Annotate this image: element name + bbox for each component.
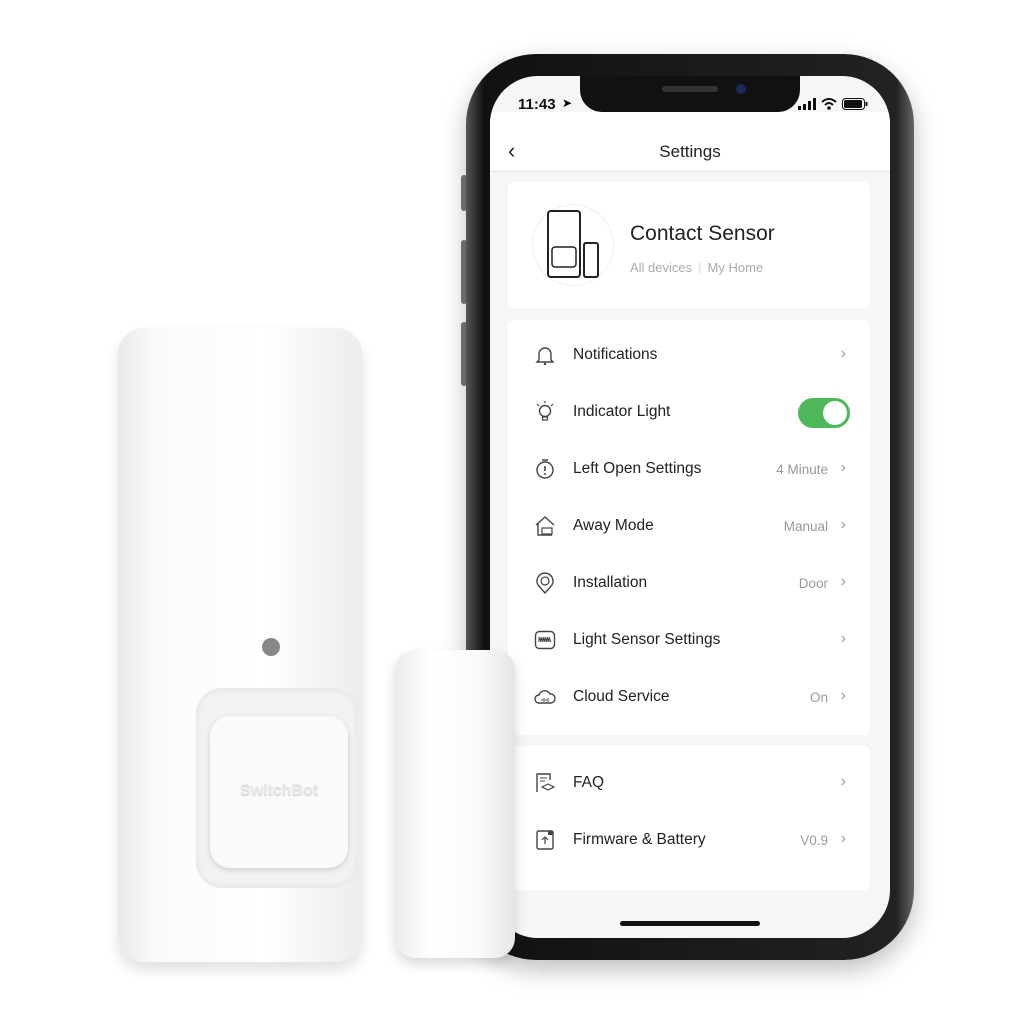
battery-icon: [842, 98, 868, 110]
bulb-icon: [536, 401, 554, 421]
cloud-icon: [534, 690, 556, 704]
page-title: Settings: [659, 142, 721, 161]
indicator-light-toggle[interactable]: [798, 398, 850, 428]
more-card: FAQ › Firmware & Battery V0.9 ›: [508, 746, 870, 890]
phone-screen: 11:43 ➤ ‹ Settings Contact Sensor All de…: [490, 76, 890, 938]
all-devices-link[interactable]: All devices: [630, 260, 692, 275]
setting-indicator-light[interactable]: Indicator Light: [508, 385, 870, 441]
signal-icon: [798, 98, 816, 110]
setting-light-sensor[interactable]: Light Sensor Settings ›: [508, 613, 870, 669]
sensor-magnet-unit: [395, 650, 515, 958]
device-card[interactable]: Contact Sensor All devices | My Home: [508, 182, 870, 308]
setting-cloud-service[interactable]: Cloud Service On ›: [508, 670, 870, 726]
timer-icon: [536, 459, 554, 479]
chevron-right-icon: ›: [840, 773, 846, 790]
settings-card: Notifications › Indicator Light Left Open…: [508, 320, 870, 735]
contact-sensor-device-icon: [532, 204, 614, 286]
chevron-right-icon: ›: [840, 630, 846, 647]
firmware-icon: [536, 830, 554, 850]
chevron-right-icon: ›: [840, 830, 846, 847]
device-name: Contact Sensor: [630, 222, 775, 245]
room-name[interactable]: My Home: [708, 260, 764, 275]
setting-away-mode[interactable]: Away Mode Manual ›: [508, 499, 870, 555]
notch: [580, 76, 800, 112]
home-indicator: [620, 921, 760, 926]
indicator-led: [262, 638, 280, 656]
status-time: 11:43: [518, 96, 556, 113]
setting-installation[interactable]: Installation Door ›: [508, 556, 870, 612]
home-icon: [535, 516, 555, 536]
setting-notifications[interactable]: Notifications ›: [508, 328, 870, 384]
switchbot-logo: SwitchBot: [239, 782, 319, 799]
chevron-right-icon: ›: [840, 516, 846, 533]
device-location: All devices | My Home: [630, 260, 764, 275]
location-arrow-icon: ➤: [562, 96, 573, 110]
sensor-main-unit: SwitchBot: [118, 328, 362, 962]
wifi-icon: [821, 98, 837, 110]
sensor-button: SwitchBot: [210, 716, 348, 868]
status-icons: [798, 98, 868, 110]
bell-icon: [535, 347, 555, 366]
location-pin-icon: [536, 572, 554, 594]
nav-header: ‹ Settings: [490, 112, 890, 172]
setting-firmware-battery[interactable]: Firmware & Battery V0.9 ›: [508, 813, 870, 869]
chevron-right-icon: ›: [840, 345, 846, 362]
chevron-right-icon: ›: [840, 573, 846, 590]
light-sensor-icon: [534, 630, 556, 650]
faq-icon: [536, 773, 556, 792]
setting-faq[interactable]: FAQ ›: [508, 756, 870, 812]
chevron-right-icon: ›: [840, 459, 846, 476]
setting-left-open[interactable]: Left Open Settings 4 Minute ›: [508, 442, 870, 498]
chevron-right-icon: ›: [840, 687, 846, 704]
